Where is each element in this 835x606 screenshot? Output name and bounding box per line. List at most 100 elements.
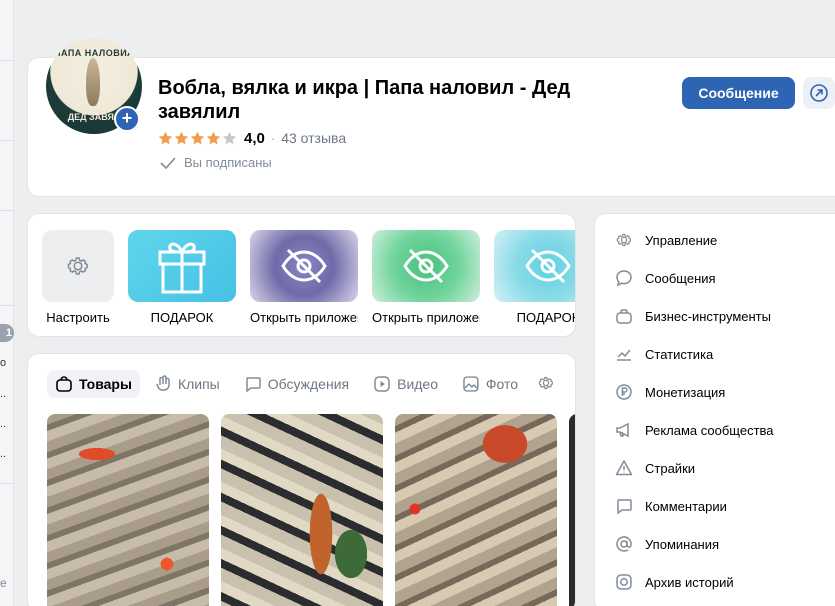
avatar-logo-text: ПАПА НАЛОВИЛ bbox=[53, 48, 135, 58]
eye-off-icon bbox=[525, 248, 571, 284]
tab-goods[interactable]: Товары bbox=[47, 370, 140, 398]
divider bbox=[0, 483, 14, 484]
rating-row[interactable]: 4,0 · 43 отзыва bbox=[158, 128, 346, 148]
gear-icon bbox=[67, 257, 88, 275]
tab-discussions[interactable]: Обсуждения bbox=[236, 370, 357, 398]
star-icon bbox=[190, 131, 205, 144]
divider bbox=[0, 60, 14, 61]
menu-item-strikes[interactable]: Страйки bbox=[615, 456, 695, 480]
app-gift[interactable]: ПОДАРОК bbox=[128, 230, 236, 325]
app-label: Открыть приложение bbox=[372, 310, 480, 325]
briefcase-icon bbox=[616, 309, 632, 324]
menu-item-label: Страйки bbox=[645, 460, 696, 476]
divider bbox=[0, 305, 14, 306]
menu-item-messages[interactable]: Сообщения bbox=[615, 266, 716, 290]
menu-item-label: Бизнес-инструменты bbox=[645, 308, 771, 324]
add-story-button[interactable]: + bbox=[114, 106, 140, 132]
app-label: ПОДАРОК bbox=[516, 310, 576, 325]
product-card[interactable] bbox=[221, 414, 383, 606]
chat-icon bbox=[245, 377, 261, 393]
menu-item-label: Архив историй bbox=[645, 574, 734, 590]
check-icon bbox=[160, 156, 176, 169]
sidebar-fragment-text[interactable]: .. bbox=[0, 388, 6, 400]
megaphone-icon bbox=[616, 422, 629, 438]
divider bbox=[0, 140, 14, 141]
menu-item-label: Монетизация bbox=[645, 384, 726, 400]
menu-item-label: Статистика bbox=[645, 346, 714, 362]
menu-item-mentions[interactable]: Упоминания bbox=[615, 532, 719, 556]
tab-video[interactable]: Видео bbox=[365, 370, 446, 398]
tab-clips[interactable]: Клипы bbox=[148, 370, 228, 398]
story-icon bbox=[616, 574, 632, 590]
message-button[interactable]: Сообщение bbox=[682, 77, 795, 109]
subscription-status[interactable]: Вы подписаны bbox=[160, 155, 272, 170]
sidebar-fragment-text: е bbox=[0, 576, 7, 590]
apps-panel: Настроить ПОДАРОК Открыть приложение Отк… bbox=[27, 213, 576, 337]
menu-item-label: Управление bbox=[645, 232, 718, 248]
tab-label: Видео bbox=[397, 376, 439, 392]
menu-item-monetization[interactable]: Монетизация bbox=[615, 380, 725, 404]
fish-illustration bbox=[86, 58, 100, 106]
photo-icon bbox=[463, 376, 479, 392]
message-icon bbox=[616, 270, 632, 287]
menu-item-comments[interactable]: Комментарии bbox=[615, 494, 727, 518]
app-tile bbox=[494, 230, 575, 302]
tab-label: Обсуждения bbox=[267, 376, 350, 392]
app-tile bbox=[42, 230, 114, 302]
app-label: ПОДАРОК bbox=[150, 310, 214, 325]
app-tile bbox=[128, 230, 236, 302]
product-card[interactable] bbox=[395, 414, 557, 606]
star-empty-icon bbox=[222, 131, 237, 144]
gift-icon bbox=[158, 242, 206, 294]
sidebar-fragment-text[interactable]: .. bbox=[0, 448, 6, 460]
app-open[interactable]: Открыть приложение bbox=[250, 230, 358, 325]
app-tile bbox=[250, 230, 358, 302]
eye-off-icon bbox=[403, 248, 449, 284]
tab-label: Товары bbox=[79, 376, 132, 392]
menu-item-manage[interactable]: Управление bbox=[615, 228, 717, 252]
app-label: Открыть приложение bbox=[250, 310, 358, 325]
menu-item-story-archive[interactable]: Архив историй bbox=[615, 570, 734, 594]
sidebar-fragment-text[interactable]: о bbox=[0, 357, 6, 369]
share-arrow-icon bbox=[810, 84, 828, 102]
divider bbox=[0, 210, 14, 211]
share-button[interactable] bbox=[803, 77, 835, 109]
menu-item-label: Упоминания bbox=[645, 536, 720, 552]
tab-photo[interactable]: Фото bbox=[454, 370, 526, 398]
menu-item-label: Реклама сообщества bbox=[645, 422, 774, 438]
app-gift[interactable]: ПОДАРОК bbox=[494, 230, 576, 325]
content-tabs: Товары Клипы Обсуждения Видео Фото bbox=[47, 370, 534, 398]
tab-label: Фото bbox=[485, 376, 519, 392]
stats-icon bbox=[617, 349, 631, 361]
app-label: Настроить bbox=[46, 310, 110, 325]
sidebar-fragment-text[interactable]: .. bbox=[0, 418, 6, 430]
gear-icon bbox=[616, 233, 631, 247]
warning-icon bbox=[615, 460, 633, 476]
product-card[interactable] bbox=[47, 414, 209, 606]
menu-item-stats[interactable]: Статистика bbox=[615, 342, 713, 366]
menu-item-label: Сообщения bbox=[645, 270, 716, 286]
admin-menu: Управление Сообщения Бизнес-инструменты … bbox=[594, 213, 835, 606]
product-card[interactable] bbox=[569, 414, 575, 606]
gear-icon[interactable] bbox=[537, 374, 555, 392]
subscribed-label: Вы подписаны bbox=[184, 155, 272, 170]
rating-value: 4,0 bbox=[244, 129, 265, 147]
app-open[interactable]: Открыть приложение bbox=[372, 230, 480, 325]
content-panel: Товары Клипы Обсуждения Видео Фото bbox=[27, 353, 576, 606]
reviews-count[interactable]: 43 отзыва bbox=[281, 130, 346, 146]
menu-item-business-tools[interactable]: Бизнес-инструменты bbox=[615, 304, 771, 328]
star-icon bbox=[206, 131, 221, 144]
star-icon bbox=[158, 131, 173, 144]
menu-item-ads[interactable]: Реклама сообщества bbox=[615, 418, 774, 442]
clip-icon bbox=[156, 375, 170, 391]
comment-icon bbox=[617, 499, 632, 515]
at-icon bbox=[616, 536, 632, 552]
menu-item-label: Комментарии bbox=[645, 498, 727, 514]
community-title: Вобла, вялка и икра | Папа наловил - Дед… bbox=[158, 77, 571, 123]
star-icon bbox=[174, 131, 189, 144]
tab-label: Клипы bbox=[177, 376, 220, 392]
eye-off-icon bbox=[281, 248, 327, 284]
app-tile bbox=[372, 230, 480, 302]
separator-dot: · bbox=[270, 130, 276, 146]
video-icon bbox=[374, 376, 390, 392]
